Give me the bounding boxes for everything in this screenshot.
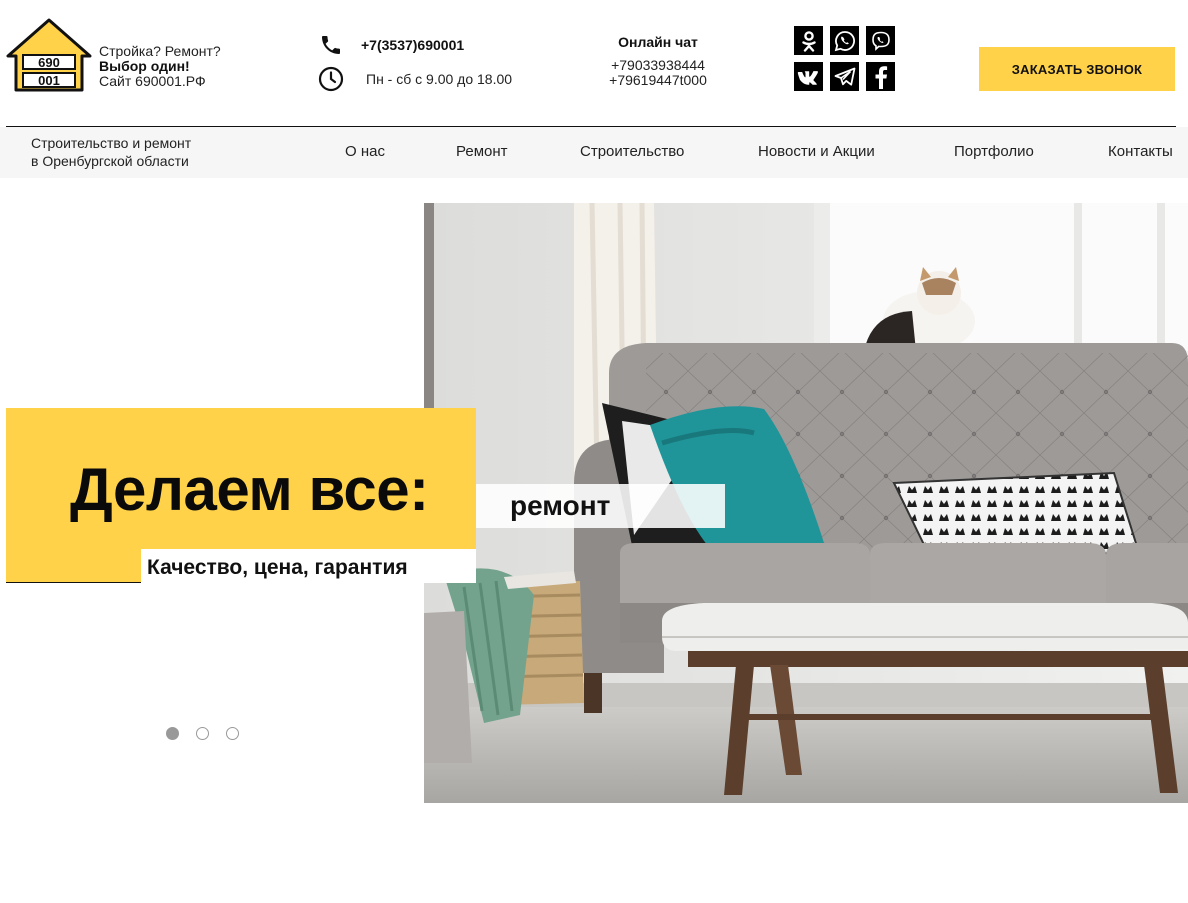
clock-icon — [318, 66, 344, 92]
chat-title[interactable]: Онлайн чат — [600, 34, 716, 50]
online-chat[interactable]: Онлайн чат +79033938444 +79619447t000 — [600, 34, 716, 88]
logo-text-top: 690 — [38, 55, 60, 70]
tagline-line2: Выбор один! — [99, 58, 190, 74]
chat-number-2[interactable]: +79619447t000 — [600, 73, 716, 88]
phone-number[interactable]: +7(3537)690001 — [361, 37, 464, 53]
chat-number-1[interactable]: +79033938444 — [600, 58, 716, 73]
site-header: 690 001 Стройка? Ремонт? Выбор один! Сай… — [0, 0, 1188, 126]
slider-pagination — [166, 727, 256, 740]
nav-item-portfolio[interactable]: Портфолио — [954, 143, 1034, 160]
nav-brand: Строительство и ремонт в Оренбургской об… — [31, 134, 191, 170]
odnoklassniki-icon[interactable] — [794, 26, 823, 55]
telegram-icon[interactable] — [830, 62, 859, 91]
hours-text: Пн - сб с 9.00 до 18.00 — [366, 71, 513, 87]
hero-subheadline: Качество, цена, гарантия — [147, 556, 408, 579]
hero-headline: Делаем все: — [70, 456, 429, 523]
nav-item-news[interactable]: Новости и Акции — [758, 143, 875, 160]
slider-dot-2[interactable] — [196, 727, 209, 740]
tagline-line3: Сайт 690001.РФ — [99, 73, 206, 89]
viber-icon[interactable] — [866, 26, 895, 55]
vk-icon[interactable] — [794, 62, 823, 91]
main-nav: Строительство и ремонт в Оренбургской об… — [0, 127, 1188, 178]
nav-brand-line1: Строительство и ремонт — [31, 135, 192, 151]
whatsapp-icon[interactable] — [830, 26, 859, 55]
nav-item-repair[interactable]: Ремонт — [456, 143, 508, 160]
logo-text-bottom: 001 — [38, 73, 60, 88]
nav-item-construction[interactable]: Строительство — [580, 143, 684, 160]
slider-dot-1[interactable] — [166, 727, 179, 740]
tagline-line1: Стройка? Ремонт? — [99, 43, 221, 59]
nav-brand-line2: в Оренбургской области — [31, 153, 189, 169]
hero-underline — [6, 582, 141, 583]
nav-item-contacts[interactable]: Контакты — [1108, 143, 1173, 160]
nav-item-about[interactable]: О нас — [345, 143, 385, 160]
social-links — [794, 26, 895, 91]
working-hours: Пн - сб с 9.00 до 18.00 — [318, 66, 512, 92]
phone-contact[interactable]: +7(3537)690001 — [318, 32, 464, 58]
order-callback-button[interactable]: ЗАКАЗАТЬ ЗВОНОК — [979, 47, 1175, 91]
facebook-icon[interactable] — [866, 62, 895, 91]
site-logo[interactable]: 690 001 — [6, 18, 92, 92]
slider-dot-3[interactable] — [226, 727, 239, 740]
hero-rotating-word: ремонт — [510, 490, 611, 521]
phone-icon — [318, 32, 344, 58]
tagline: Стройка? Ремонт? Выбор один! Сайт 690001… — [99, 44, 221, 89]
